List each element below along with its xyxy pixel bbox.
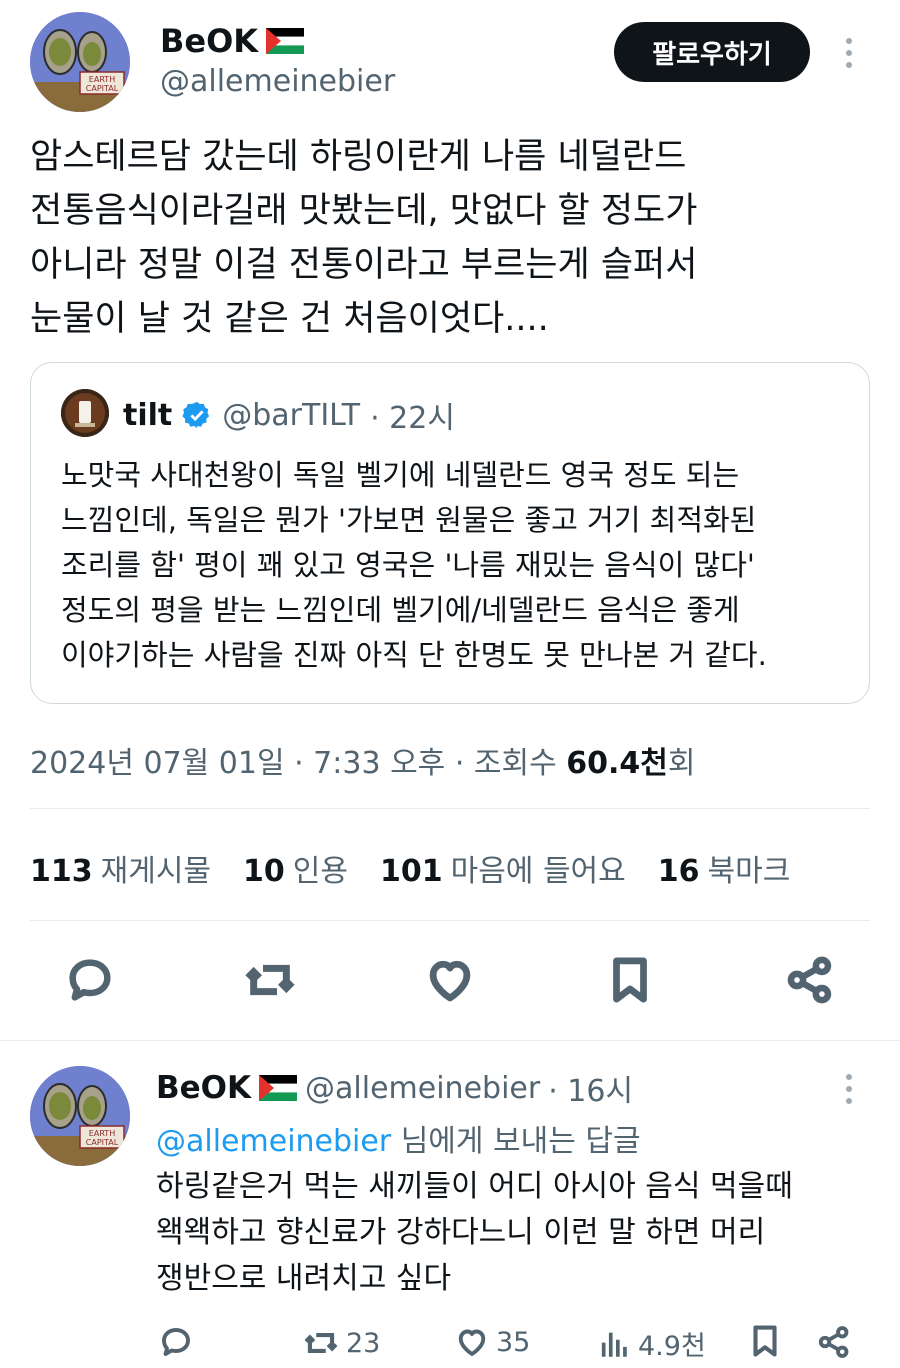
reply-author-handle[interactable]: @allemeinebier xyxy=(305,1071,540,1106)
quote-header: tilt @barTILT · 22시 xyxy=(123,393,455,437)
divider xyxy=(30,808,870,809)
reply-like-count: 35 xyxy=(496,1326,531,1358)
svg-text:CAPITAL: CAPITAL xyxy=(86,84,119,93)
reply-bookmark-button[interactable] xyxy=(746,1322,784,1360)
divider xyxy=(30,920,870,921)
retweet-icon xyxy=(304,1333,338,1353)
reply-header: BeOK @allemeinebier · 16시 xyxy=(156,1066,633,1110)
svg-text:EARTH: EARTH xyxy=(89,75,115,84)
tweet-views: 60.4천 xyxy=(566,746,668,781)
reply-to-line: @allemeinebier 님에게 보내는 답글 xyxy=(156,1116,641,1160)
like-icon xyxy=(458,1329,486,1356)
reply-icon xyxy=(69,959,111,1001)
quoted-tweet[interactable]: tilt @barTILT · 22시 노맛국 사대천왕이 독일 벨기에 네델란… xyxy=(30,362,870,704)
author-avatar[interactable]: EARTH CAPITAL xyxy=(30,12,130,112)
retweet-button[interactable] xyxy=(240,950,300,1010)
reply-time: · 16시 xyxy=(548,1074,634,1109)
stat-likes[interactable]: 101 마음에 들어요 xyxy=(380,846,626,890)
share-button[interactable] xyxy=(780,950,840,1010)
stat-bookmarks[interactable]: 16 북마크 xyxy=(658,846,791,890)
palestine-flag-icon xyxy=(259,1075,298,1101)
author-name-row: BeOK xyxy=(160,22,305,60)
follow-button[interactable]: 팔로우하기 xyxy=(614,22,810,82)
like-button[interactable] xyxy=(420,950,480,1010)
author-name[interactable]: BeOK xyxy=(160,22,258,60)
bookmark-icon xyxy=(753,1325,777,1357)
quote-author-name: tilt xyxy=(123,397,173,433)
tweet-stats: 113 재게시물 10 인용 101 마음에 들어요 16 북마크 xyxy=(30,846,790,890)
reply-reply-button[interactable] xyxy=(158,1324,194,1360)
tweet-text: 암스테르담 갔는데 하링이란게 나름 네덜란드 전통음식이라길래 맛봤는데, 맛… xyxy=(30,137,698,339)
svg-text:CAPITAL: CAPITAL xyxy=(86,1138,119,1147)
stat-reposts[interactable]: 113 재게시물 xyxy=(30,846,211,890)
retweet-icon xyxy=(245,964,295,996)
bookmark-icon xyxy=(613,957,647,1003)
reply-views-count: 4.9천 xyxy=(638,1331,706,1362)
stat-quotes[interactable]: 10 인용 xyxy=(243,846,348,890)
share-icon xyxy=(818,1326,849,1358)
reply-like-button[interactable]: 35 xyxy=(454,1324,530,1360)
reply-text: 하링같은거 먹는 새끼들이 어디 아시아 음식 먹을때 왝왝하고 향신료가 강하… xyxy=(156,1169,793,1296)
quote-time: · 22시 xyxy=(370,401,455,436)
quote-avatar xyxy=(61,389,109,437)
tweet-meta: 2024년 07월 01일 · 7:33 오후 · 조회수 60.4천회 xyxy=(30,738,695,782)
views-icon xyxy=(601,1332,627,1357)
like-icon xyxy=(429,960,471,1002)
views-suffix: 회 xyxy=(667,746,696,781)
reply-retweet-count: 23 xyxy=(346,1327,381,1359)
more-icon[interactable] xyxy=(846,38,852,68)
reply-retweet-button[interactable]: 23 xyxy=(302,1324,380,1362)
bookmark-button[interactable] xyxy=(600,950,660,1010)
reply-author-avatar[interactable]: EARTH CAPITAL xyxy=(30,1066,130,1166)
tweet-date: 2024년 07월 01일 · 7:33 오후 · 조회수 xyxy=(30,746,567,781)
reply-icon xyxy=(162,1328,190,1356)
verified-icon xyxy=(182,401,210,429)
divider xyxy=(0,1040,900,1041)
reply-to-handle[interactable]: @allemeinebier xyxy=(156,1124,391,1159)
reply-more-icon[interactable] xyxy=(846,1074,852,1104)
quote-text: 노맛국 사대천왕이 독일 벨기에 네델란드 영국 정도 되는 느낌인데, 독일은… xyxy=(61,458,767,672)
reply-share-button[interactable] xyxy=(816,1324,852,1360)
reply-button[interactable] xyxy=(60,950,120,1010)
reply-to-suffix: 님에게 보내는 답글 xyxy=(391,1124,641,1159)
palestine-flag-icon xyxy=(266,28,305,54)
quote-author-handle: @barTILT xyxy=(222,397,361,433)
svg-text:EARTH: EARTH xyxy=(89,1129,115,1138)
reply-author-name[interactable]: BeOK xyxy=(156,1070,251,1106)
share-icon xyxy=(787,956,832,1004)
reply-views-button[interactable]: 4.9천 xyxy=(598,1324,706,1363)
author-handle[interactable]: @allemeinebier xyxy=(160,64,395,99)
